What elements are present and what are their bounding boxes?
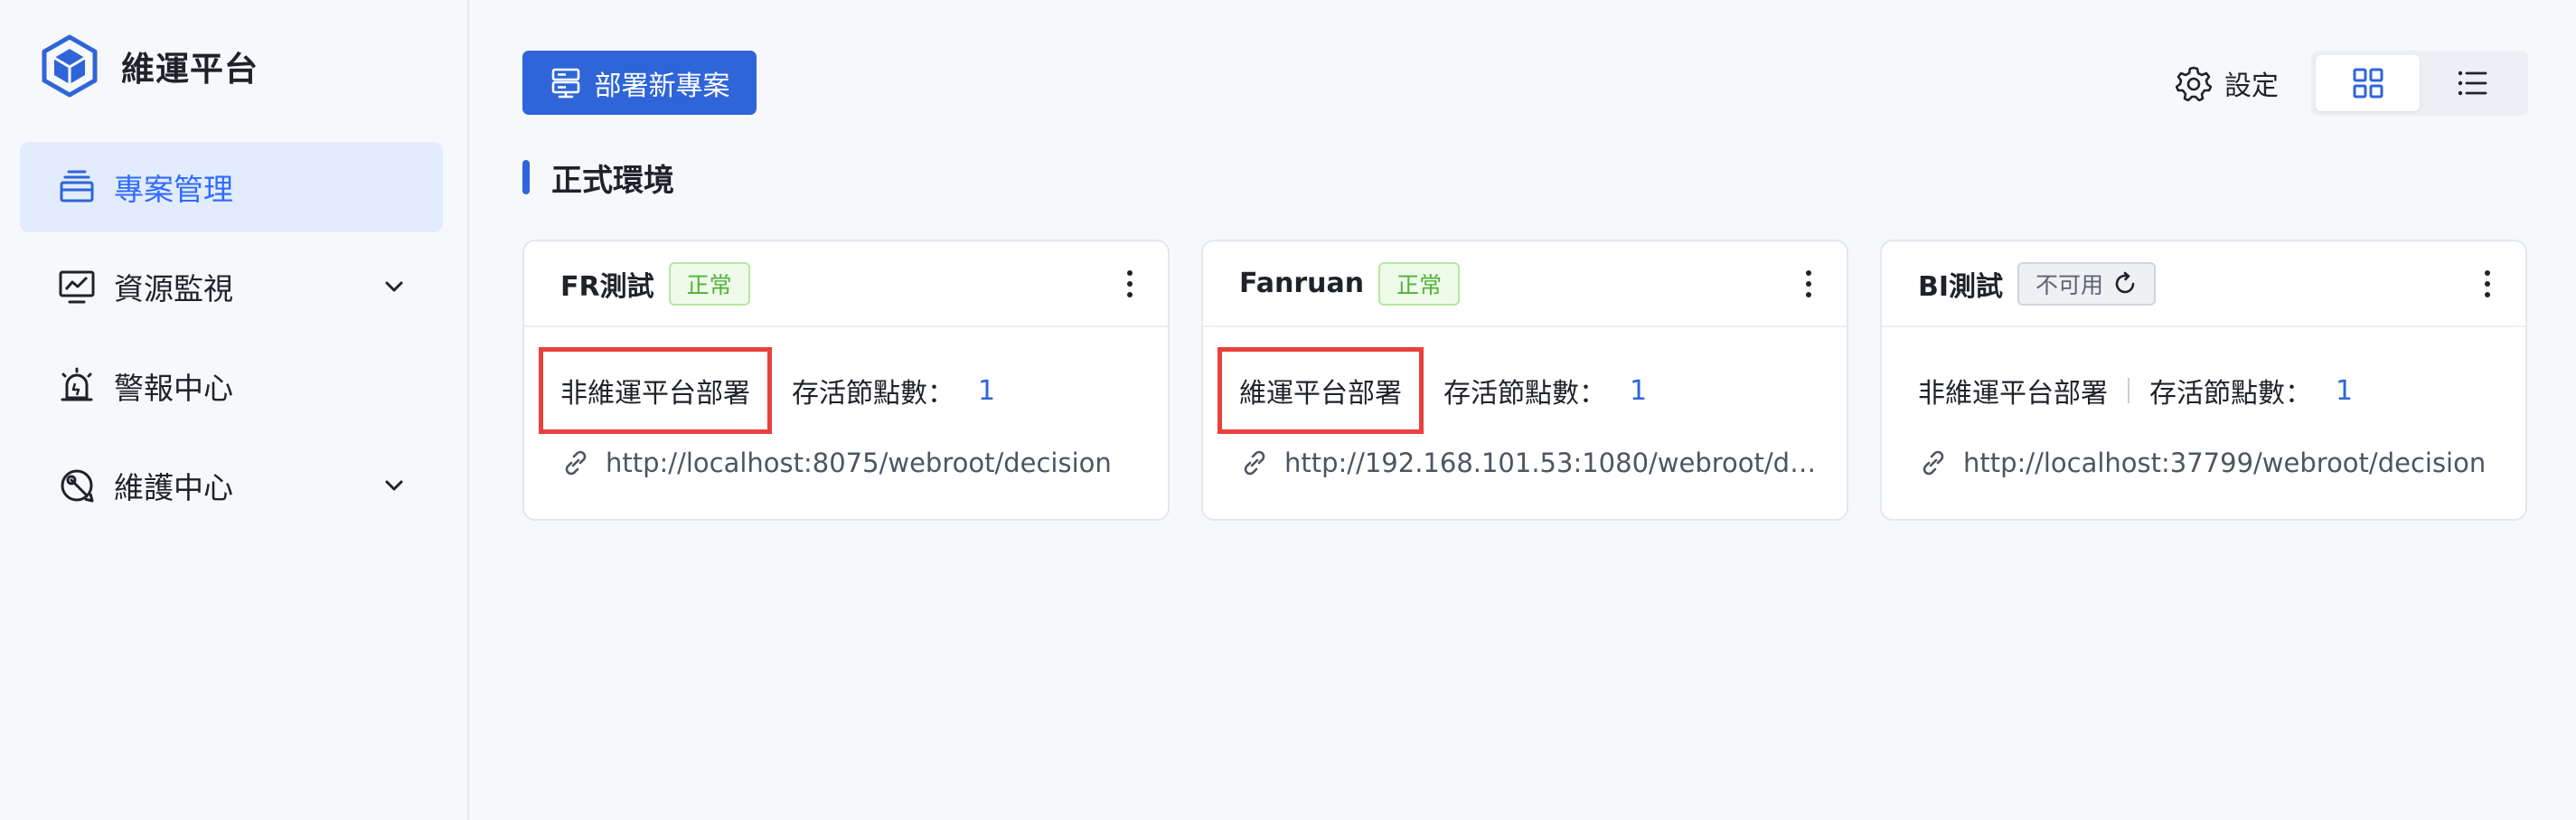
app-title: 維運平台 bbox=[121, 50, 259, 89]
project-card[interactable]: Fanruan 正常 維運平台部署 存活節點數： 1 http://192.16… bbox=[1201, 240, 1848, 521]
status-badge: 不可用 bbox=[2017, 261, 2157, 306]
gear-icon bbox=[2176, 66, 2212, 101]
sidebar: 維運平台 專案管理 資源監視 警報中心 維護中心 bbox=[0, 0, 469, 820]
deploy-new-project-button[interactable]: 部署新專案 bbox=[522, 51, 757, 115]
sidebar-item-resource-monitoring[interactable]: 資源監視 bbox=[20, 241, 443, 332]
section-title: 正式環境 bbox=[522, 159, 674, 199]
card-title: BI測試 bbox=[1918, 270, 2004, 303]
card-body: 非維運平台部署 存活節點數： 1 http://localhost:37799/… bbox=[1882, 327, 2525, 519]
project-card[interactable]: FR測試 正常 非維運平台部署 存活節點數： 1 http://localhos… bbox=[522, 240, 1170, 521]
more-vertical-icon[interactable] bbox=[1123, 266, 1137, 302]
card-url-row[interactable]: http://localhost:37799/webroot/decision bbox=[1918, 443, 2496, 483]
card-title: Fanruan bbox=[1239, 268, 1365, 299]
nodes-count: 1 bbox=[1630, 374, 1648, 407]
card-info-row: 維運平台部署 存活節點數： 1 bbox=[1217, 347, 1648, 434]
alarm-icon bbox=[61, 367, 93, 401]
sidebar-item-label: 警報中心 bbox=[114, 371, 233, 406]
section-accent-bar bbox=[522, 160, 530, 194]
sidebar-nav: 專案管理 資源監視 警報中心 維護中心 bbox=[20, 142, 443, 540]
settings-label: 設定 bbox=[2224, 71, 2279, 102]
status-badge: 正常 bbox=[1378, 261, 1461, 306]
nodes-label: 存活節點數： bbox=[1443, 378, 1606, 410]
more-vertical-icon[interactable] bbox=[1801, 266, 1816, 302]
settings-button[interactable]: 設定 bbox=[2176, 63, 2279, 103]
maintenance-icon bbox=[61, 469, 94, 503]
sidebar-item-label: 專案管理 bbox=[114, 172, 233, 207]
link-icon bbox=[565, 450, 587, 476]
folder-stack-icon bbox=[60, 170, 94, 203]
card-info-row: 非維運平台部署 存活節點數： 1 bbox=[1918, 371, 2353, 410]
brand[interactable]: 維運平台 bbox=[40, 34, 259, 98]
deploy-type-label: 維運平台部署 bbox=[1217, 347, 1424, 434]
card-url[interactable]: http://192.168.101.53:1080/webroot/decis… bbox=[1284, 448, 1818, 478]
card-url-row[interactable]: http://192.168.101.53:1080/webroot/decis… bbox=[1239, 443, 1818, 483]
nodes-label: 存活節點數： bbox=[792, 378, 954, 410]
nodes-count: 1 bbox=[2336, 374, 2354, 407]
view-mode-toggle bbox=[2311, 51, 2528, 116]
card-body: 非維運平台部署 存活節點數： 1 http://localhost:8075/w… bbox=[524, 327, 1168, 519]
cube-logo-icon bbox=[42, 34, 98, 98]
status-badge-label: 不可用 bbox=[2035, 271, 2104, 298]
section-title-text: 正式環境 bbox=[551, 162, 674, 199]
card-body: 維運平台部署 存活節點數： 1 http://192.168.101.53:10… bbox=[1203, 327, 1847, 519]
more-vertical-icon[interactable] bbox=[2480, 266, 2495, 302]
grid-view-button[interactable] bbox=[2316, 55, 2420, 111]
list-icon bbox=[2458, 71, 2487, 96]
chevron-down-icon[interactable] bbox=[383, 475, 405, 496]
nodes-count: 1 bbox=[978, 374, 996, 407]
sidebar-item-alarm-center[interactable]: 警報中心 bbox=[20, 341, 443, 431]
card-info-row: 非維運平台部署 存活節點數： 1 bbox=[539, 347, 996, 434]
link-icon bbox=[1244, 450, 1265, 476]
refresh-icon[interactable] bbox=[2112, 271, 2138, 297]
card-header: FR測試 正常 bbox=[524, 241, 1168, 327]
sidebar-item-project-management[interactable]: 專案管理 bbox=[20, 142, 443, 232]
monitor-chart-icon bbox=[59, 270, 95, 304]
card-url[interactable]: http://localhost:8075/webroot/decision bbox=[606, 448, 1112, 478]
sidebar-item-maintenance-center[interactable]: 維護中心 bbox=[20, 440, 443, 531]
deploy-type-label: 非維運平台部署 bbox=[1918, 378, 2108, 410]
link-icon bbox=[1923, 450, 1944, 476]
status-badge: 正常 bbox=[668, 261, 750, 306]
sidebar-item-label: 資源監視 bbox=[114, 271, 233, 306]
chevron-down-icon[interactable] bbox=[383, 276, 405, 297]
nodes-label: 存活節點數： bbox=[2149, 378, 2312, 410]
list-view-button[interactable] bbox=[2420, 55, 2524, 111]
deploy-type-label: 非維運平台部署 bbox=[539, 347, 772, 434]
sidebar-item-label: 維護中心 bbox=[114, 470, 233, 505]
divider bbox=[2128, 378, 2129, 403]
deploy-button-label: 部署新專案 bbox=[594, 71, 730, 101]
card-header: Fanruan 正常 bbox=[1203, 241, 1847, 327]
card-title: FR測試 bbox=[560, 270, 654, 303]
card-url[interactable]: http://localhost:37799/webroot/decision bbox=[1963, 448, 2486, 478]
project-card[interactable]: BI測試 不可用 非維運平台部署 存活節點數： 1 http://localho… bbox=[1880, 240, 2527, 521]
card-url-row[interactable]: http://localhost:8075/webroot/decision bbox=[560, 443, 1139, 483]
server-deploy-icon bbox=[551, 68, 579, 98]
grid-icon bbox=[2353, 68, 2383, 99]
card-header: BI測試 不可用 bbox=[1882, 241, 2525, 327]
